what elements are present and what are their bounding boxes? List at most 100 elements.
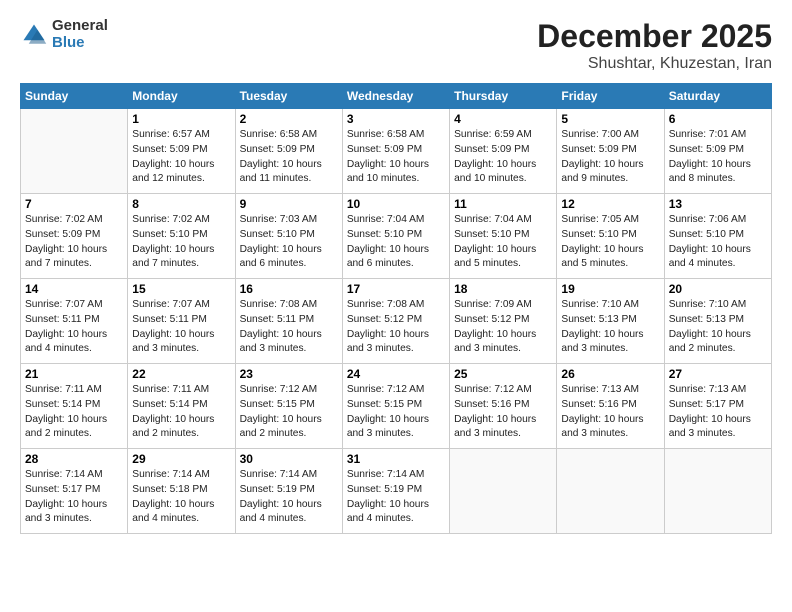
day-info: Sunrise: 7:13 AM Sunset: 5:16 PM Dayligh… (561, 383, 659, 442)
day-info: Sunrise: 7:09 AM Sunset: 5:12 PM Dayligh… (454, 298, 552, 357)
day-cell-w3-d7: 20 Sunrise: 7:10 AM Sunset: 5:13 PM Dayli… (664, 279, 771, 364)
day-cell-w5-d6 (557, 449, 664, 534)
day-info: Sunrise: 7:00 AM Sunset: 5:09 PM Dayligh… (561, 128, 659, 187)
page: General Blue December 2025 Shushtar, Khu… (0, 0, 792, 612)
day-number: 23 (240, 367, 338, 381)
day-cell-w4-d6: 26Sunrise: 7:13 AM Sunset: 5:16 PM Dayli… (557, 364, 664, 449)
day-info: Sunrise: 7:12 AM Sunset: 5:15 PM Dayligh… (240, 383, 338, 442)
day-number: 21 (25, 367, 123, 381)
day-info: Sunrise: 7:07 AM Sunset: 5:11 PM Dayligh… (132, 298, 230, 357)
calendar-subtitle: Shushtar, Khuzestan, Iran (537, 55, 772, 73)
day-info: Sunrise: 6:57 AM Sunset: 5:09 PM Dayligh… (132, 128, 230, 187)
header: General Blue December 2025 Shushtar, Khu… (20, 18, 772, 73)
day-number: 6 (669, 112, 767, 126)
day-number: 1 (132, 112, 230, 126)
day-number: 22 (132, 367, 230, 381)
logo-icon (20, 21, 48, 49)
day-info: Sunrise: 7:11 AM Sunset: 5:14 PM Dayligh… (25, 383, 123, 442)
day-number: 16 (240, 282, 338, 296)
day-cell-w4-d2: 22 Sunrise: 7:11 AM Sunset: 5:14 PM Dayli… (128, 364, 235, 449)
day-info: Sunrise: 7:07 AM Sunset: 5:11 PM Dayligh… (25, 298, 123, 357)
day-info: Sunrise: 7:08 AM Sunset: 5:11 PM Dayligh… (240, 298, 338, 357)
day-number: 9 (240, 197, 338, 211)
header-sunday: Sunday (21, 84, 128, 109)
day-cell-w3-d5: 18Sunrise: 7:09 AM Sunset: 5:12 PM Dayli… (450, 279, 557, 364)
day-info: Sunrise: 7:13 AM Sunset: 5:17 PM Dayligh… (669, 383, 767, 442)
day-info: Sunrise: 7:10 AM Sunset: 5:13 PM Dayligh… (561, 298, 659, 357)
day-cell-w4-d3: 23 Sunrise: 7:12 AM Sunset: 5:15 PM Dayli… (235, 364, 342, 449)
day-cell-w4-d5: 25 Sunrise: 7:12 AM Sunset: 5:16 PM Dayli… (450, 364, 557, 449)
day-info: Sunrise: 7:02 AM Sunset: 5:09 PM Dayligh… (25, 213, 123, 272)
day-cell-w5-d5 (450, 449, 557, 534)
day-cell-w1-d1 (21, 109, 128, 194)
day-info: Sunrise: 6:59 AM Sunset: 5:09 PM Dayligh… (454, 128, 552, 187)
day-cell-w2-d1: 7 Sunrise: 7:02 AM Sunset: 5:09 PM Daylig… (21, 194, 128, 279)
day-number: 27 (669, 367, 767, 381)
day-info: Sunrise: 7:12 AM Sunset: 5:15 PM Dayligh… (347, 383, 445, 442)
day-cell-w5-d3: 30Sunrise: 7:14 AM Sunset: 5:19 PM Dayli… (235, 449, 342, 534)
day-number: 13 (669, 197, 767, 211)
logo: General Blue (20, 18, 108, 51)
header-saturday: Saturday (664, 84, 771, 109)
header-monday: Monday (128, 84, 235, 109)
day-cell-w2-d2: 8Sunrise: 7:02 AM Sunset: 5:10 PM Daylig… (128, 194, 235, 279)
day-cell-w1-d2: 1 Sunrise: 6:57 AM Sunset: 5:09 PM Daylig… (128, 109, 235, 194)
day-cell-w1-d3: 2Sunrise: 6:58 AM Sunset: 5:09 PM Daylig… (235, 109, 342, 194)
day-info: Sunrise: 7:11 AM Sunset: 5:14 PM Dayligh… (132, 383, 230, 442)
day-cell-w3-d6: 19 Sunrise: 7:10 AM Sunset: 5:13 PM Dayli… (557, 279, 664, 364)
day-number: 2 (240, 112, 338, 126)
day-cell-w3-d1: 14 Sunrise: 7:07 AM Sunset: 5:11 PM Dayli… (21, 279, 128, 364)
days-header-row: Sunday Monday Tuesday Wednesday Thursday… (21, 84, 772, 109)
day-number: 11 (454, 197, 552, 211)
day-info: Sunrise: 6:58 AM Sunset: 5:09 PM Dayligh… (347, 128, 445, 187)
calendar-title: December 2025 (537, 18, 772, 55)
day-number: 5 (561, 112, 659, 126)
day-cell-w2-d5: 11 Sunrise: 7:04 AM Sunset: 5:10 PM Dayli… (450, 194, 557, 279)
day-number: 28 (25, 452, 123, 466)
week-row-5: 28Sunrise: 7:14 AM Sunset: 5:17 PM Dayli… (21, 449, 772, 534)
day-info: Sunrise: 7:04 AM Sunset: 5:10 PM Dayligh… (454, 213, 552, 272)
day-info: Sunrise: 7:08 AM Sunset: 5:12 PM Dayligh… (347, 298, 445, 357)
title-block: December 2025 Shushtar, Khuzestan, Iran (537, 18, 772, 73)
day-cell-w3-d4: 17 Sunrise: 7:08 AM Sunset: 5:12 PM Dayli… (342, 279, 449, 364)
day-cell-w5-d7 (664, 449, 771, 534)
day-cell-w4-d1: 21 Sunrise: 7:11 AM Sunset: 5:14 PM Dayli… (21, 364, 128, 449)
day-number: 30 (240, 452, 338, 466)
week-row-1: 1 Sunrise: 6:57 AM Sunset: 5:09 PM Daylig… (21, 109, 772, 194)
day-number: 10 (347, 197, 445, 211)
day-info: Sunrise: 7:10 AM Sunset: 5:13 PM Dayligh… (669, 298, 767, 357)
day-cell-w3-d2: 15 Sunrise: 7:07 AM Sunset: 5:11 PM Dayli… (128, 279, 235, 364)
day-cell-w3-d3: 16 Sunrise: 7:08 AM Sunset: 5:11 PM Dayli… (235, 279, 342, 364)
week-row-4: 21 Sunrise: 7:11 AM Sunset: 5:14 PM Dayli… (21, 364, 772, 449)
day-cell-w1-d7: 6 Sunrise: 7:01 AM Sunset: 5:09 PM Daylig… (664, 109, 771, 194)
calendar-header: Sunday Monday Tuesday Wednesday Thursday… (21, 84, 772, 109)
day-info: Sunrise: 7:01 AM Sunset: 5:09 PM Dayligh… (669, 128, 767, 187)
day-number: 25 (454, 367, 552, 381)
day-cell-w5-d4: 31Sunrise: 7:14 AM Sunset: 5:19 PM Dayli… (342, 449, 449, 534)
logo-blue-text: Blue (52, 35, 108, 52)
day-number: 20 (669, 282, 767, 296)
day-cell-w1-d6: 5 Sunrise: 7:00 AM Sunset: 5:09 PM Daylig… (557, 109, 664, 194)
day-number: 29 (132, 452, 230, 466)
day-info: Sunrise: 7:06 AM Sunset: 5:10 PM Dayligh… (669, 213, 767, 272)
day-number: 7 (25, 197, 123, 211)
header-friday: Friday (557, 84, 664, 109)
calendar-body: 1 Sunrise: 6:57 AM Sunset: 5:09 PM Daylig… (21, 109, 772, 534)
header-tuesday: Tuesday (235, 84, 342, 109)
day-cell-w2-d6: 12Sunrise: 7:05 AM Sunset: 5:10 PM Dayli… (557, 194, 664, 279)
day-cell-w5-d2: 29 Sunrise: 7:14 AM Sunset: 5:18 PM Dayli… (128, 449, 235, 534)
day-number: 31 (347, 452, 445, 466)
logo-text: General Blue (52, 18, 108, 51)
header-thursday: Thursday (450, 84, 557, 109)
day-info: Sunrise: 7:03 AM Sunset: 5:10 PM Dayligh… (240, 213, 338, 272)
day-number: 15 (132, 282, 230, 296)
day-number: 14 (25, 282, 123, 296)
day-info: Sunrise: 7:12 AM Sunset: 5:16 PM Dayligh… (454, 383, 552, 442)
day-number: 8 (132, 197, 230, 211)
day-number: 17 (347, 282, 445, 296)
day-number: 4 (454, 112, 552, 126)
day-number: 19 (561, 282, 659, 296)
calendar-table: Sunday Monday Tuesday Wednesday Thursday… (20, 83, 772, 534)
day-info: Sunrise: 7:14 AM Sunset: 5:18 PM Dayligh… (132, 468, 230, 527)
day-info: Sunrise: 7:05 AM Sunset: 5:10 PM Dayligh… (561, 213, 659, 272)
